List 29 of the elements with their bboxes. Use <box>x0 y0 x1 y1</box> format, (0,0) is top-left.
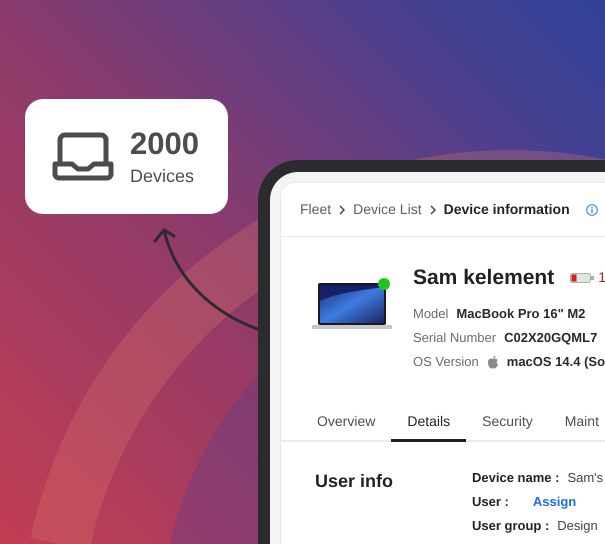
battery-icon <box>570 272 594 283</box>
tab[interactable]: Security <box>466 405 549 442</box>
chevron-icon <box>339 204 346 214</box>
field-label: User : <box>472 493 509 511</box>
property-label: Serial Number <box>413 328 496 346</box>
device-count: 2000 <box>130 128 199 159</box>
field-value: Sam's <box>567 469 604 487</box>
assign-link[interactable]: Assign <box>532 486 576 518</box>
tab[interactable]: Overview <box>301 405 392 442</box>
battery-reading: 1 <box>598 268 605 288</box>
property-value: C02X20GQML7 <box>504 328 598 346</box>
device-count-label: Devices <box>130 167 196 185</box>
device-name: Sam kelement <box>413 265 554 291</box>
breadcrumb-link[interactable]: Fleet <box>300 199 332 220</box>
tab[interactable]: Details <box>391 405 466 442</box>
field-label: Device name : <box>472 469 560 487</box>
chevron-icon <box>430 204 436 214</box>
section-title: User info <box>315 470 394 493</box>
field-value: Design <box>557 517 598 535</box>
apple-icon <box>486 354 499 368</box>
info-icon[interactable] <box>586 204 598 216</box>
property-label: Model <box>413 304 448 322</box>
property-label: OS Version <box>413 352 479 370</box>
property-value: macOS 14.4 (So <box>506 352 605 371</box>
field-label: User group : <box>472 517 550 535</box>
property-value: MacBook Pro 16" M2 <box>456 304 586 322</box>
breadcrumb-link[interactable]: Device List <box>353 199 422 220</box>
tab[interactable]: Maint <box>548 405 605 442</box>
laptop-icon <box>52 132 114 182</box>
